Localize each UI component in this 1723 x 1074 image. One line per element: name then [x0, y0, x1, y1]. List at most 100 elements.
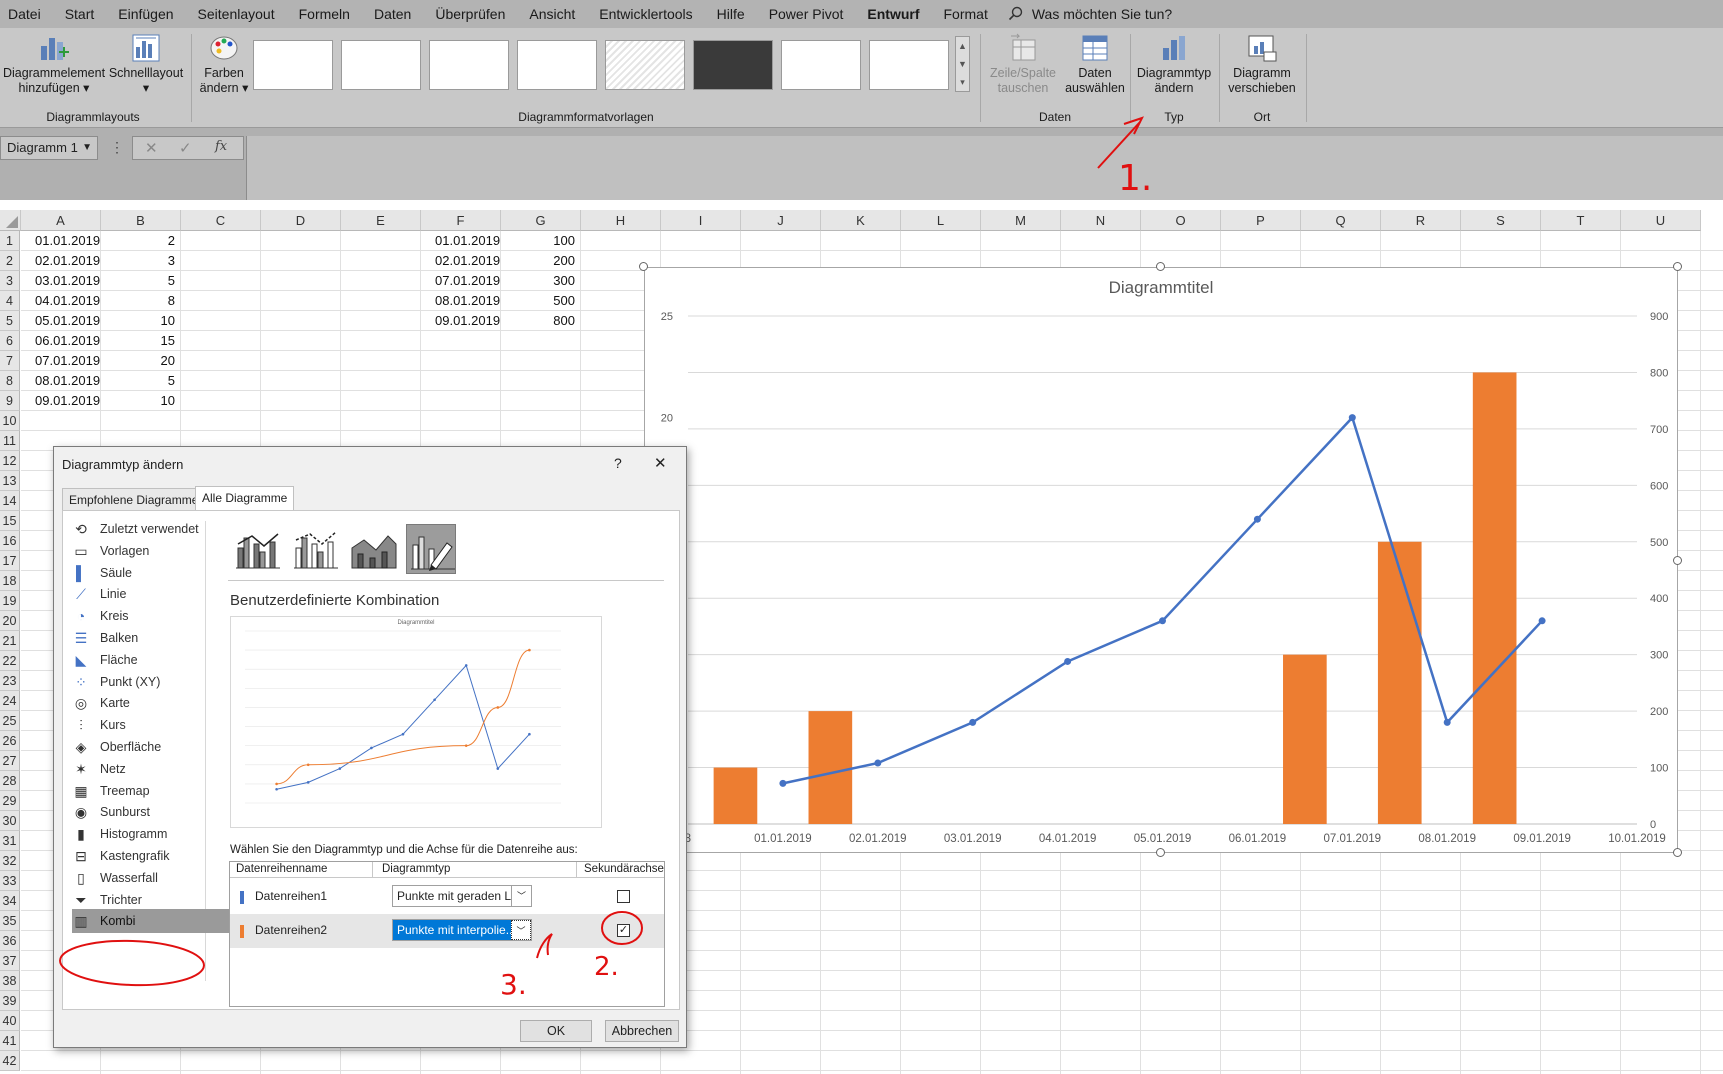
combo-subtype-secondary-line[interactable]	[290, 524, 340, 574]
row-header-27[interactable]: 27	[0, 751, 20, 771]
menu-datei[interactable]: Datei	[0, 0, 53, 28]
menu--berpr-fen[interactable]: Überprüfen	[423, 0, 517, 28]
column-header-e[interactable]: E	[341, 210, 421, 231]
row-header-16[interactable]: 16	[0, 531, 20, 551]
cell-g1[interactable]: 100	[501, 231, 575, 251]
row-header-19[interactable]: 19	[0, 591, 20, 611]
category-kastengrafik[interactable]: ⊟ Kastengrafik	[72, 844, 240, 868]
row-header-34[interactable]: 34	[0, 891, 20, 911]
select-all-corner[interactable]	[0, 210, 21, 231]
column-header-i[interactable]: I	[661, 210, 741, 231]
select-data-button[interactable]: Daten auswählen	[1064, 32, 1126, 96]
category-treemap[interactable]: ▦ Treemap	[72, 779, 240, 803]
column-header-g[interactable]: G	[501, 210, 581, 231]
column-header-l[interactable]: L	[901, 210, 981, 231]
combo-subtype-clustered-line[interactable]	[232, 524, 282, 574]
tab-all-charts[interactable]: Alle Diagramme	[195, 486, 295, 511]
chart-area[interactable]: Diagrammtitel 25 20 900 800 700 600 500 400 300 2…	[644, 267, 1678, 853]
chart-style-1[interactable]	[253, 40, 333, 90]
column-header-k[interactable]: K	[821, 210, 901, 231]
cell-a5[interactable]: 05.01.2019	[35, 311, 101, 331]
column-header-m[interactable]: M	[981, 210, 1061, 231]
cell-f5[interactable]: 09.01.2019	[435, 311, 501, 331]
cell-b7[interactable]: 20	[101, 351, 175, 371]
chart-style-5[interactable]	[605, 40, 685, 90]
close-button[interactable]: ✕	[654, 454, 667, 472]
category-zuletzt-verwendet[interactable]: ⟲ Zuletzt verwendet	[72, 517, 240, 541]
menu-einf-gen[interactable]: Einfügen	[106, 0, 185, 28]
category-fl-che[interactable]: ◣ Fläche	[72, 648, 240, 672]
cell-b5[interactable]: 10	[101, 311, 175, 331]
category-karte[interactable]: ◎ Karte	[72, 691, 240, 715]
row-header-10[interactable]: 10	[0, 411, 20, 431]
column-header-q[interactable]: Q	[1301, 210, 1381, 231]
category-trichter[interactable]: ⏷ Trichter	[72, 888, 240, 912]
row-header-25[interactable]: 25	[0, 711, 20, 731]
chart-style-8[interactable]	[869, 40, 949, 90]
row-header-4[interactable]: 4	[0, 291, 20, 311]
cancel-icon[interactable]: ✕	[145, 139, 158, 157]
category-s-ule[interactable]: ▌ Säule	[72, 561, 240, 585]
combo-subtype-custom[interactable]	[406, 524, 456, 574]
cell-a8[interactable]: 08.01.2019	[35, 371, 101, 391]
row-header-29[interactable]: 29	[0, 791, 20, 811]
cell-a2[interactable]: 02.01.2019	[35, 251, 101, 271]
row-header-40[interactable]: 40	[0, 1011, 20, 1031]
chart-type-select[interactable]: Punkte mit interpolie... ﹀	[392, 919, 532, 941]
category-sunburst[interactable]: ◉ Sunburst	[72, 800, 240, 824]
tab-recommended[interactable]: Empfohlene Diagramme	[62, 488, 206, 510]
chevron-down-icon[interactable]: ﹀	[511, 886, 531, 906]
chart-resize-handle[interactable]	[1156, 848, 1165, 857]
row-header-37[interactable]: 37	[0, 951, 20, 971]
cell-a6[interactable]: 06.01.2019	[35, 331, 101, 351]
move-chart-button[interactable]: Diagramm verschieben	[1222, 32, 1302, 96]
row-header-41[interactable]: 41	[0, 1031, 20, 1051]
cell-b8[interactable]: 5	[101, 371, 175, 391]
more-options-icon[interactable]: ⋮	[110, 136, 124, 160]
cell-g4[interactable]: 500	[501, 291, 575, 311]
row-header-24[interactable]: 24	[0, 691, 20, 711]
row-header-32[interactable]: 32	[0, 851, 20, 871]
row-header-9[interactable]: 9	[0, 391, 20, 411]
chart-type-select[interactable]: Punkte mit geraden L... ﹀	[392, 885, 532, 907]
column-header-n[interactable]: N	[1061, 210, 1141, 231]
cell-a7[interactable]: 07.01.2019	[35, 351, 101, 371]
row-header-18[interactable]: 18	[0, 571, 20, 591]
menu-entwicklertools[interactable]: Entwicklertools	[587, 0, 704, 28]
cell-f2[interactable]: 02.01.2019	[435, 251, 501, 271]
menu-power-pivot[interactable]: Power Pivot	[757, 0, 856, 28]
cell-f3[interactable]: 07.01.2019	[435, 271, 501, 291]
chart-resize-handle[interactable]	[1673, 556, 1682, 565]
search-box[interactable]: Was möchten Sie tun?	[1008, 6, 1172, 22]
row-header-3[interactable]: 3	[0, 271, 20, 291]
secondary-axis-checkbox[interactable]	[617, 890, 630, 903]
quick-layout-button[interactable]: Schnelllayout ▾	[108, 32, 184, 96]
chart-style-2[interactable]	[341, 40, 421, 90]
cell-a3[interactable]: 03.01.2019	[35, 271, 101, 291]
column-header-a[interactable]: A	[21, 210, 101, 231]
cell-b4[interactable]: 8	[101, 291, 175, 311]
cell-b1[interactable]: 2	[101, 231, 175, 251]
cell-b6[interactable]: 15	[101, 331, 175, 351]
column-header-o[interactable]: O	[1141, 210, 1221, 231]
row-header-6[interactable]: 6	[0, 331, 20, 351]
chart-style-7[interactable]	[781, 40, 861, 90]
function-icon[interactable]: fx	[215, 139, 227, 154]
category-kreis[interactable]: ◔ Kreis	[72, 604, 240, 628]
change-chart-type-button[interactable]: Diagrammtyp ändern	[1134, 32, 1214, 96]
secondary-axis-checkbox[interactable]: ✓	[617, 924, 630, 937]
category-linie[interactable]: ⟋ Linie	[72, 582, 240, 606]
menu-hilfe[interactable]: Hilfe	[705, 0, 757, 28]
cell-g3[interactable]: 300	[501, 271, 575, 291]
row-header-15[interactable]: 15	[0, 511, 20, 531]
row-header-13[interactable]: 13	[0, 471, 20, 491]
cell-g2[interactable]: 200	[501, 251, 575, 271]
column-header-h[interactable]: H	[581, 210, 661, 231]
row-header-31[interactable]: 31	[0, 831, 20, 851]
cell-a4[interactable]: 04.01.2019	[35, 291, 101, 311]
column-header-c[interactable]: C	[181, 210, 261, 231]
menu-start[interactable]: Start	[53, 0, 107, 28]
row-header-12[interactable]: 12	[0, 451, 20, 471]
ok-button[interactable]: OK	[520, 1020, 592, 1042]
chart-resize-handle[interactable]	[639, 262, 648, 271]
